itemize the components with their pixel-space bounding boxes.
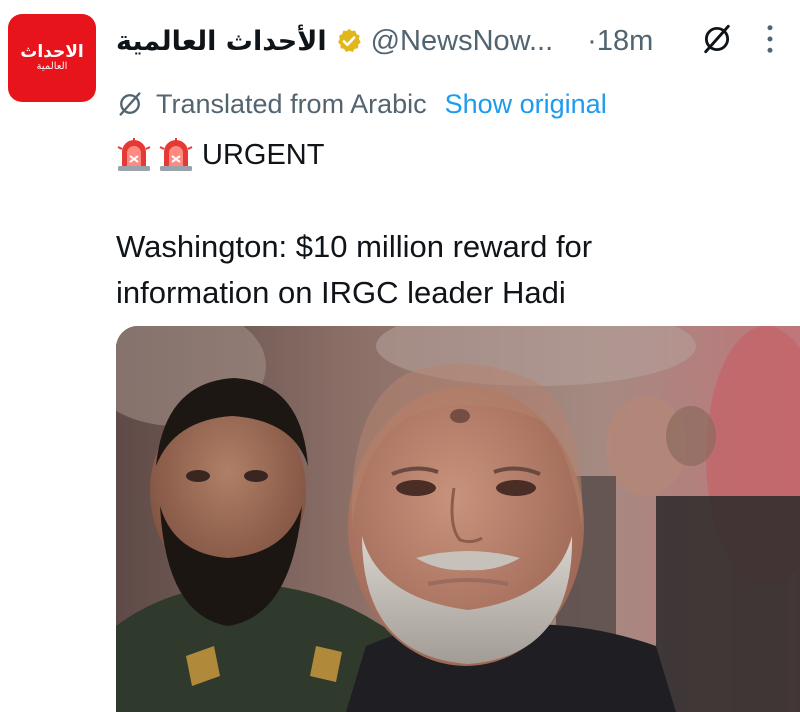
tweet-timestamp[interactable]: ·18m bbox=[587, 25, 653, 58]
account-handle[interactable]: @NewsNow... bbox=[371, 25, 554, 58]
display-name[interactable]: الأحداث العالمية bbox=[116, 26, 327, 57]
police-siren-emoji bbox=[117, 138, 151, 171]
tweet-media-photo[interactable] bbox=[116, 326, 800, 712]
translate-icon bbox=[119, 92, 141, 116]
police-siren-emoji bbox=[159, 138, 193, 171]
avatar-logo-text: الاحداث bbox=[20, 42, 84, 62]
tweet-body: Washington: $10 million reward for infor… bbox=[116, 224, 786, 316]
urgent-label: URGENT bbox=[202, 138, 325, 171]
tweet-text-line-2: information on IRGC leader Hadi bbox=[116, 275, 566, 310]
tweet-text-line-1: Washington: $10 million reward for bbox=[116, 229, 593, 264]
translated-from-label: Translated from Arabic bbox=[156, 88, 427, 119]
translation-row: Translated from Arabic Show original bbox=[116, 84, 607, 124]
urgent-line: URGENT bbox=[116, 134, 324, 176]
show-original-link[interactable]: Show original bbox=[445, 89, 607, 120]
verified-badge-icon[interactable] bbox=[335, 27, 363, 55]
tweet-header: الأحداث العالمية @NewsNow... ·18m bbox=[116, 18, 796, 64]
grok-icon[interactable] bbox=[700, 22, 734, 56]
avatar-logo-subtext: العالمية bbox=[36, 61, 68, 72]
account-avatar[interactable]: الاحداث العالمية bbox=[8, 14, 96, 102]
more-options-icon[interactable] bbox=[764, 24, 776, 54]
